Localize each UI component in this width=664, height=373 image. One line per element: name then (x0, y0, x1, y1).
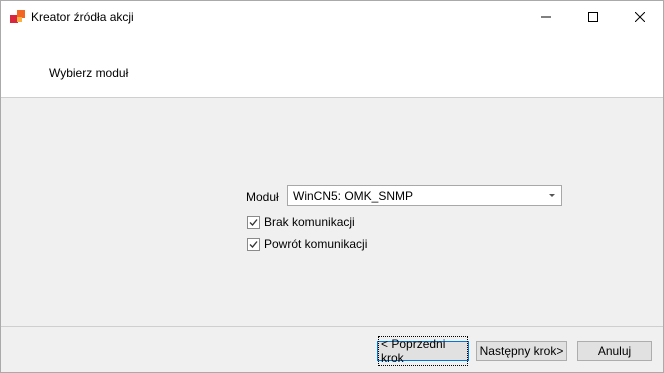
wizard-header: Wybierz moduł (1, 32, 663, 98)
chevron-down-icon (549, 194, 555, 197)
cancel-button[interactable]: Anuluj (577, 341, 652, 361)
module-label: Moduł (246, 190, 279, 204)
checkmark-icon (249, 240, 258, 248)
window-title: Kreator źródła akcji (31, 10, 134, 24)
minimize-icon (541, 16, 551, 17)
close-button[interactable] (617, 1, 663, 32)
maximize-button[interactable] (570, 1, 616, 32)
app-logo-icon (10, 9, 26, 25)
wizard-footer: < Poprzedni krok Następny krok> Anuluj (1, 326, 663, 372)
close-icon (635, 11, 645, 22)
checkbox-label: Brak komunikacji (264, 215, 355, 229)
minimize-button[interactable] (523, 1, 569, 32)
module-dropdown[interactable]: WinCN5: OMK_SNMP (287, 185, 562, 206)
previous-step-label: < Poprzedni krok (378, 336, 468, 366)
next-step-label: Następny krok> (479, 344, 564, 358)
wizard-content: Moduł WinCN5: OMK_SNMP Brak komunikacji … (1, 98, 663, 326)
step-title: Wybierz moduł (49, 66, 129, 80)
previous-step-button[interactable]: < Poprzedni krok (377, 336, 469, 366)
title-bar[interactable]: Kreator źródła akcji (1, 1, 663, 32)
checkmark-icon (249, 218, 258, 226)
cancel-label: Anuluj (597, 344, 632, 358)
checkbox-communication-restored[interactable]: Powrót komunikacji (247, 236, 367, 252)
dialog-window: Kreator źródła akcji Wybierz moduł Moduł… (0, 0, 664, 373)
checkbox-no-communication[interactable]: Brak komunikacji (247, 214, 355, 230)
checkbox-label: Powrót komunikacji (264, 237, 368, 251)
maximize-icon (588, 11, 598, 22)
checkbox-box[interactable] (247, 215, 260, 229)
module-dropdown-value: WinCN5: OMK_SNMP (293, 189, 414, 203)
checkbox-box[interactable] (247, 237, 260, 251)
next-step-button[interactable]: Następny krok> (476, 341, 567, 361)
